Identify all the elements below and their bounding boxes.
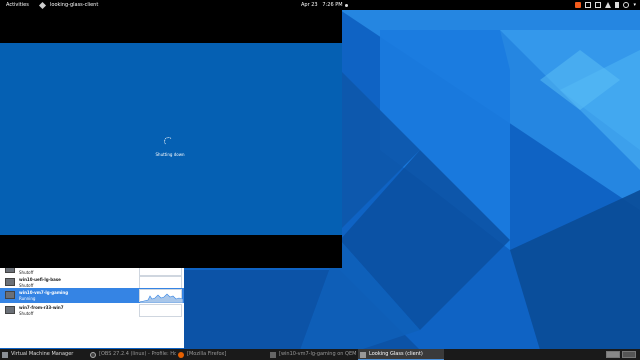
looking-glass-icon: [360, 351, 366, 358]
task-label: Looking Glass (client): [369, 351, 423, 357]
workspace-switcher[interactable]: [606, 351, 636, 358]
task-qemu[interactable]: [win10-vm7-lg-gaming on QEMU...: [268, 349, 356, 360]
task-looking-glass[interactable]: Looking Glass (client): [358, 349, 444, 360]
app-icon: [38, 1, 47, 9]
cpu-graph: [139, 289, 183, 303]
taskbar: Virtual Machine Manager [OBS 27.2.4 (lin…: [0, 349, 640, 360]
vm-row[interactable]: win7-from-r33-win7 Shutoff: [0, 303, 184, 318]
cpu-graph: [139, 304, 182, 317]
system-tray[interactable]: ▾: [575, 1, 636, 9]
brave-icon[interactable]: [575, 2, 582, 8]
screen-icon[interactable]: [595, 2, 602, 8]
app-menu[interactable]: looking-glass-client: [38, 0, 99, 10]
vm-row-selected[interactable]: win10-vm7-lg-gaming Running: [0, 288, 184, 303]
task-label: [OBS 27.2.4 (linux) - Profile: Horiz...: [99, 351, 176, 357]
shutdown-status: Shutting down: [155, 152, 185, 157]
clock[interactable]: Apr 23 7:26 PM: [301, 0, 343, 10]
looking-glass-window[interactable]: Shutting down: [0, 10, 342, 268]
vm-name: win10-vm7-lg-gaming: [19, 290, 69, 295]
power-icon[interactable]: [623, 2, 630, 8]
task-label: [Mozilla Firefox]: [187, 351, 227, 357]
monitor-icon: [5, 306, 15, 314]
notification-dot-icon: [345, 4, 348, 7]
app-menu-label: looking-glass-client: [50, 2, 99, 8]
workspace-2[interactable]: [622, 351, 636, 358]
window-icon[interactable]: [585, 2, 592, 8]
vm-name: win7-from-r33-win7: [19, 305, 64, 310]
activities-button[interactable]: Activities: [6, 0, 29, 10]
monitor-icon: [5, 291, 15, 299]
task-label: Virtual Machine Manager: [11, 351, 74, 357]
task-virtual-machine-manager[interactable]: Virtual Machine Manager: [0, 349, 88, 360]
firefox-icon: [178, 351, 184, 358]
task-firefox[interactable]: [Mozilla Firefox]: [176, 349, 268, 360]
top-bar: Activities looking-glass-client Apr 23 7…: [0, 0, 640, 10]
qemu-icon: [270, 351, 276, 358]
workspace-1[interactable]: [606, 351, 620, 358]
monitor-icon: [5, 278, 15, 286]
vm-state: Shutoff: [19, 311, 34, 316]
chevron-down-icon[interactable]: ▾: [633, 2, 636, 8]
time-label: 7:26 PM: [322, 2, 343, 8]
task-label: [win10-vm7-lg-gaming on QEMU...: [279, 351, 356, 357]
loading-spinner-icon: [164, 137, 173, 146]
date-label: Apr 23: [301, 2, 318, 8]
vm-manager-window: Shutoff win10-uefi-lg-base Shutoff win10…: [0, 262, 184, 348]
task-obs[interactable]: [OBS 27.2.4 (linux) - Profile: Horiz...: [88, 349, 176, 360]
vm-state: Running: [19, 296, 36, 301]
volume-icon[interactable]: [615, 2, 620, 8]
network-icon[interactable]: [605, 2, 612, 8]
vm-name: win10-uefi-lg-base: [19, 277, 61, 282]
obs-icon: [90, 351, 96, 358]
vm-manager-icon: [2, 351, 8, 358]
